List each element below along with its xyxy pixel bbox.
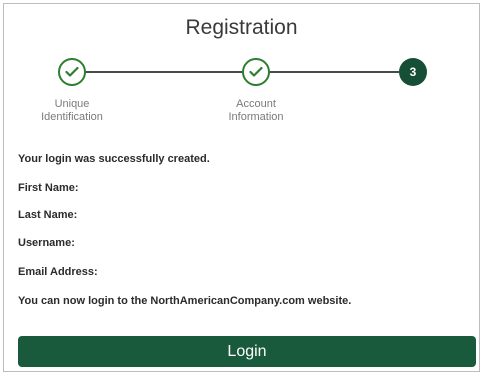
step-2-label-line1: Account [236, 98, 276, 110]
check-icon [249, 66, 263, 77]
stepper-track-2 [269, 71, 399, 73]
registration-panel: Registration 3 Unique Identification Acc… [3, 3, 480, 372]
login-button[interactable]: Login [18, 336, 476, 367]
stepper-track-1 [85, 71, 243, 73]
login-info-text: You can now login to the NorthAmericanCo… [18, 295, 352, 307]
step-2-label: Account Information [196, 98, 316, 124]
last-name-label: Last Name: [18, 209, 78, 221]
step-2-indicator [242, 58, 270, 86]
email-address-label: Email Address: [18, 266, 98, 278]
username-label: Username: [18, 237, 75, 249]
page-title: Registration [185, 16, 298, 39]
first-name-label: First Name: [18, 182, 79, 194]
success-message: Your login was successfully created. [18, 153, 210, 165]
step-1-label-line2: Identification [41, 111, 103, 123]
step-2-label-line2: Information [228, 111, 284, 123]
check-icon [65, 66, 79, 77]
step-1-label: Unique Identification [12, 98, 132, 124]
step-1-label-line1: Unique [54, 98, 90, 110]
step-3-indicator: 3 [399, 58, 427, 86]
step-1-indicator [58, 58, 86, 86]
